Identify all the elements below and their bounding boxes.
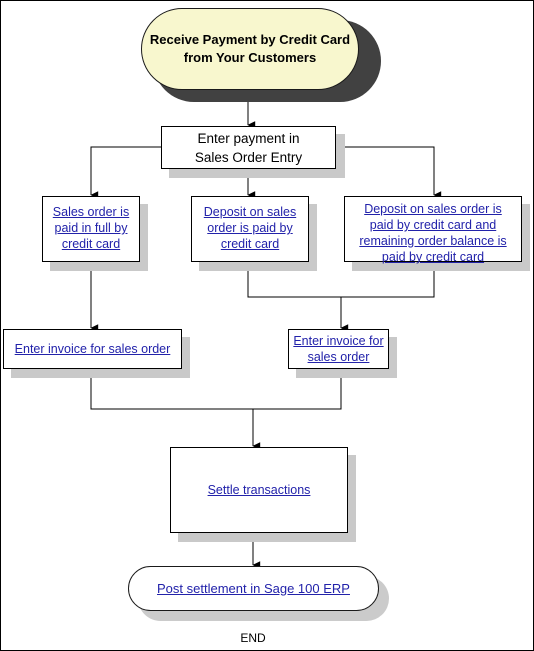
post-line-1: Post settlement in Sage 100 ERP [157, 580, 350, 596]
post-link-text[interactable]: Post settlement in Sage 100 ERP [157, 581, 350, 597]
branch1-line-2: paid in full by [54, 221, 128, 235]
invoice-left-line-1: Enter invoice for sales order [14, 342, 171, 356]
branch2-link-text[interactable]: Deposit on sales order is paid by credit… [204, 204, 296, 252]
process-enter-invoice-for-sales-order-right[interactable]: Enter invoice for sales order [288, 329, 389, 369]
start-line-2: from Your Customers [183, 50, 317, 65]
enter-payment-line-1: Enter payment in [197, 130, 300, 146]
start-terminator: Receive Payment by Credit Card from Your… [141, 8, 359, 90]
invoice-right-link-text[interactable]: Enter invoice for sales order [293, 333, 383, 365]
start-line-1: Receive Payment by Credit Card [149, 32, 351, 47]
settle-link-text[interactable]: Settle transactions [208, 482, 311, 498]
branch1-link-text[interactable]: Sales order is paid in full by credit ca… [53, 204, 129, 252]
branch3-line-3: remaining order balance is [359, 234, 507, 248]
branch3-link-text[interactable]: Deposit on sales order is paid by credit… [359, 201, 506, 265]
terminator-post-settlement[interactable]: Post settlement in Sage 100 ERP [128, 566, 379, 611]
branch3-line-4: paid by credit card [381, 250, 485, 264]
enter-payment-line-2: Sales Order Entry [194, 149, 303, 165]
branch2-line-1: Deposit on sales [203, 205, 297, 219]
process-settle-transactions[interactable]: Settle transactions [170, 447, 348, 533]
invoice-right-line-1: Enter invoice for [293, 334, 384, 348]
enter-payment-text: Enter payment in Sales Order Entry [195, 129, 302, 167]
invoice-left-link-text[interactable]: Enter invoice for sales order [15, 341, 171, 357]
edge-enter-payment-to-branch3 [335, 146, 442, 199]
end-caption: END [240, 631, 266, 645]
branch3-line-1: Deposit on sales order is [364, 202, 502, 216]
branch3-line-2: paid by credit card and [369, 218, 497, 232]
edge-enter-payment-to-branch1 [90, 146, 161, 199]
process-enter-payment: Enter payment in Sales Order Entry [161, 126, 336, 169]
branch2-line-3: credit card [220, 237, 280, 251]
process-deposit-and-balance-paid-by-credit-card[interactable]: Deposit on sales order is paid by credit… [344, 196, 522, 265]
start-terminator-text: Receive Payment by Credit Card from Your… [150, 31, 350, 67]
branch1-line-1: Sales order is [52, 205, 130, 219]
branch2-line-2: order is paid by [207, 221, 293, 235]
process-sales-order-paid-in-full[interactable]: Sales order is paid in full by credit ca… [42, 196, 140, 262]
invoice-right-line-2: sales order [307, 350, 370, 364]
flowchart-canvas: Receive Payment by Credit Card from Your… [0, 0, 534, 651]
process-deposit-paid-by-credit-card[interactable]: Deposit on sales order is paid by credit… [191, 196, 309, 262]
settle-line-1: Settle transactions [207, 483, 311, 497]
branch1-line-3: credit card [61, 237, 121, 251]
process-enter-invoice-for-sales-order-left[interactable]: Enter invoice for sales order [3, 329, 182, 369]
